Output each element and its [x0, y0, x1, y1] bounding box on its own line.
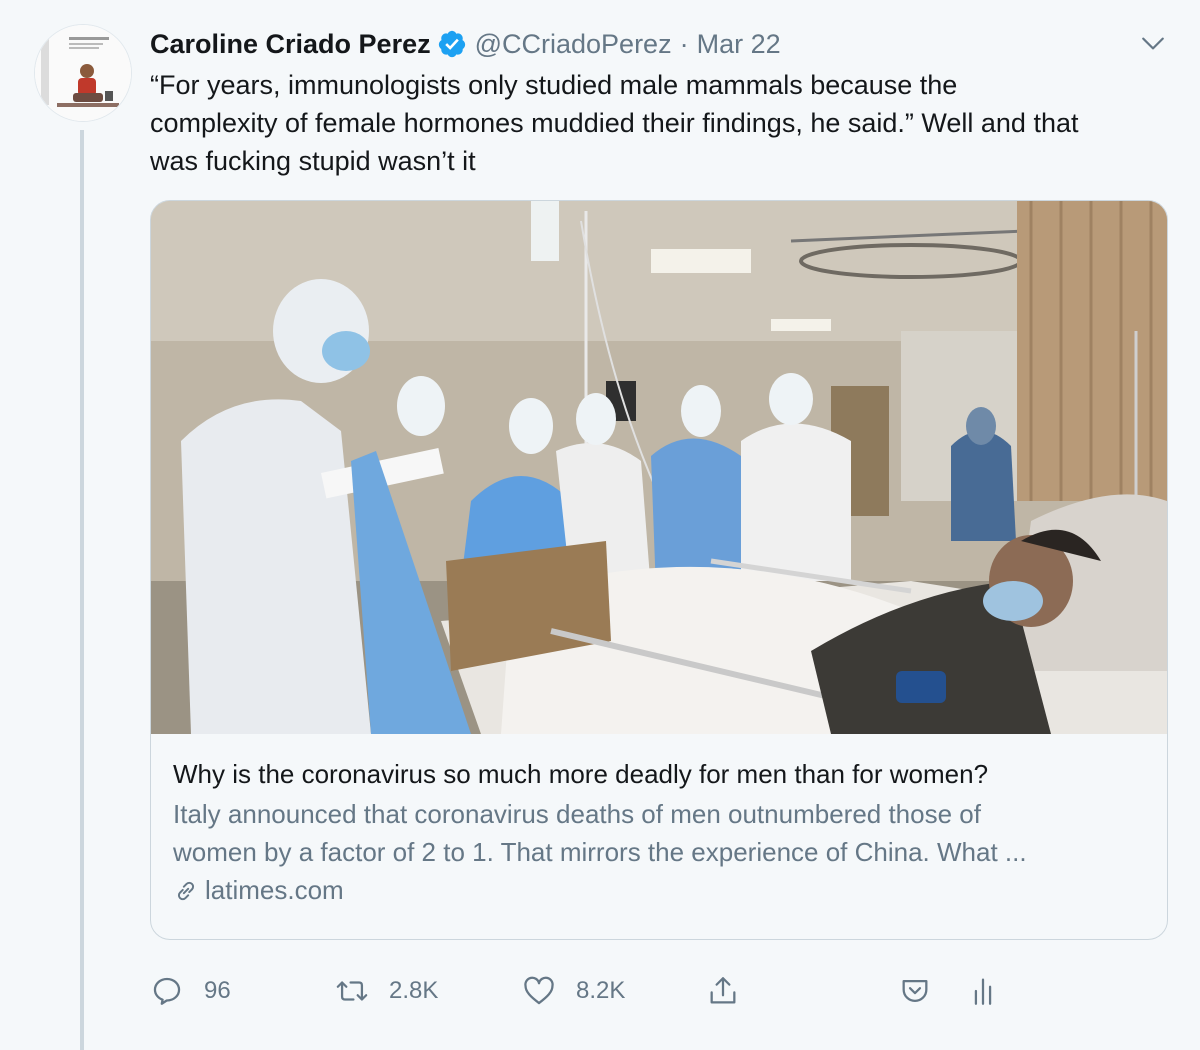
tweet-text-line: was fucking stupid wasn’t it: [150, 146, 476, 176]
pocket-button[interactable]: [898, 974, 932, 1008]
share-icon: [710, 977, 736, 1004]
retweet-count: 2.8K: [389, 977, 439, 1004]
tweet-date[interactable]: Mar 22: [697, 29, 781, 60]
like-button[interactable]: 8.2K: [522, 974, 625, 1008]
avatar-image: [35, 25, 131, 121]
share-button[interactable]: [706, 974, 740, 1008]
header-separator: ·: [679, 28, 689, 59]
reply-button[interactable]: 96: [150, 974, 231, 1008]
analytics-button[interactable]: [966, 974, 1000, 1008]
like-count: 8.2K: [576, 977, 626, 1004]
thread-line: [80, 130, 84, 1050]
card-description-line: Italy announced that coronavirus deaths …: [173, 799, 981, 829]
card-description-line: women by a factor of 2 to 1. That mirror…: [173, 837, 1027, 867]
card-domain[interactable]: latimes.com: [173, 875, 1148, 906]
retweet-icon: [336, 981, 368, 1001]
card-image[interactable]: [151, 201, 1167, 734]
author-name[interactable]: Caroline Criado Perez: [150, 29, 431, 60]
card-domain-text: latimes.com: [205, 875, 344, 905]
tweet-text: “For years, immunologists only studied m…: [150, 66, 1170, 180]
action-bar: 96 2.8K 8.2K: [150, 974, 1170, 1014]
avatar[interactable]: [34, 24, 132, 122]
card-title[interactable]: Why is the coronavirus so much more dead…: [173, 757, 1148, 791]
verified-badge-icon: [438, 30, 465, 58]
reply-count: 96: [204, 977, 231, 1004]
link-icon: [177, 881, 195, 900]
retweet-button[interactable]: 2.8K: [335, 974, 438, 1008]
heart-icon: [524, 976, 554, 1005]
link-card[interactable]: Why is the coronavirus so much more dead…: [150, 200, 1168, 940]
reply-icon: [153, 977, 181, 1005]
tweet-header: Caroline Criado Perez @CCriadoPerez · Ma…: [150, 26, 781, 62]
author-handle[interactable]: @CCriadoPerez: [475, 29, 672, 60]
tweet-text-line: complexity of female hormones muddied th…: [150, 108, 1079, 138]
card-body: Why is the coronavirus so much more dead…: [173, 757, 1148, 906]
analytics-icon: [974, 978, 992, 1005]
tweet-text-line: “For years, immunologists only studied m…: [150, 70, 958, 100]
chevron-down-icon[interactable]: [1140, 30, 1166, 56]
pocket-icon: [902, 979, 928, 1002]
card-description: Italy announced that coronavirus deaths …: [173, 795, 1148, 871]
